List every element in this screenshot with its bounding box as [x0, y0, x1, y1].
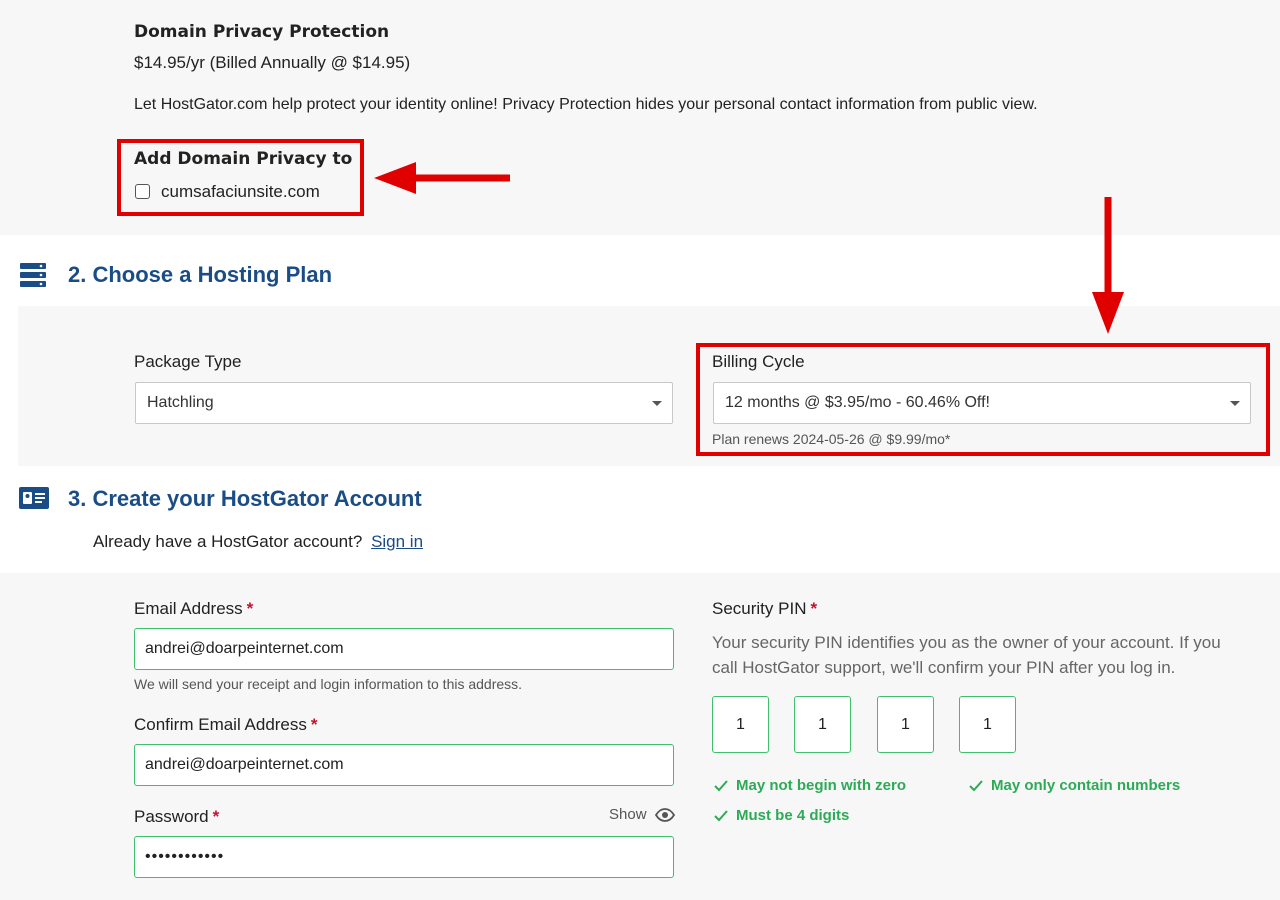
pin-digit-4[interactable]: 1	[959, 696, 1016, 753]
privacy-checkbox[interactable]	[135, 184, 150, 199]
security-pin-description: Your security PIN identifies you as the …	[712, 630, 1221, 680]
email-label: Email Address *	[134, 599, 253, 619]
email-input[interactable]: andrei@doarpeinternet.com	[134, 628, 674, 670]
add-privacy-label: Add Domain Privacy to	[134, 149, 353, 169]
password-input[interactable]: ••••••••••••	[134, 836, 674, 878]
email-value: andrei@doarpeinternet.com	[145, 640, 344, 657]
show-password-label: Show	[609, 806, 647, 823]
package-type-label: Package Type	[134, 352, 242, 371]
privacy-domain-label[interactable]: cumsafaciunsite.com	[161, 182, 320, 202]
required-mark: *	[212, 807, 220, 826]
pin-digit-value: 1	[983, 715, 992, 733]
required-mark: *	[310, 715, 318, 734]
required-mark: *	[246, 599, 254, 618]
email-hint: We will send your receipt and login info…	[134, 676, 523, 692]
privacy-description: Let HostGator.com help protect your iden…	[134, 96, 1038, 113]
password-value: ••••••••••••	[145, 848, 225, 865]
plan-renew-note: Plan renews 2024-05-26 @ $9.99/mo*	[712, 431, 951, 447]
checkmark-icon	[714, 809, 728, 821]
required-mark: *	[810, 599, 818, 618]
privacy-title: Domain Privacy Protection	[134, 22, 390, 42]
password-label-text: Password	[134, 807, 209, 826]
id-card-icon	[19, 487, 49, 509]
pin-digit-value: 1	[901, 715, 910, 733]
security-pin-description-line-2: call HostGator support, we'll confirm yo…	[712, 658, 1176, 677]
pin-rule-four-digits: Must be 4 digits	[714, 807, 849, 824]
show-password-toggle[interactable]: Show	[609, 806, 675, 823]
eye-icon	[654, 807, 675, 822]
checkmark-icon	[969, 779, 983, 791]
annotation-arrow-down-icon	[1092, 197, 1124, 334]
server-icon	[20, 263, 46, 287]
pin-rule-text: May not begin with zero	[736, 777, 907, 794]
pin-digit-1[interactable]: 1	[712, 696, 769, 753]
confirm-email-input[interactable]: andrei@doarpeinternet.com	[134, 744, 674, 786]
billing-cycle-select[interactable]: 12 months @ $3.95/mo - 60.46% Off!	[713, 382, 1251, 424]
annotation-arrow-left-icon	[374, 162, 510, 194]
chevron-down-icon	[652, 401, 662, 406]
pin-digit-value: 1	[818, 715, 827, 733]
chevron-down-icon	[1230, 401, 1240, 406]
privacy-price: $14.95/yr (Billed Annually @ $14.95)	[134, 53, 411, 72]
already-have-account-text: Already have a HostGator account?	[93, 532, 363, 551]
security-pin-label-text: Security PIN	[712, 599, 807, 618]
pin-rule-no-leading-zero: May not begin with zero	[714, 777, 906, 794]
pin-rule-text: May only contain numbers	[991, 777, 1181, 794]
pin-digit-value: 1	[736, 715, 745, 733]
pin-rule-text: Must be 4 digits	[736, 807, 850, 824]
billing-cycle-value: 12 months @ $3.95/mo - 60.46% Off!	[725, 394, 990, 411]
package-type-value: Hatchling	[147, 394, 214, 411]
confirm-email-label: Confirm Email Address *	[134, 715, 318, 735]
already-have-account: Already have a HostGator account? Sign i…	[93, 532, 423, 552]
checkmark-icon	[714, 779, 728, 791]
pin-digit-3[interactable]: 1	[877, 696, 934, 753]
pin-rule-numbers-only: May only contain numbers	[969, 777, 1180, 794]
package-type-select[interactable]: Hatchling	[135, 382, 673, 424]
email-label-text: Email Address	[134, 599, 243, 618]
security-pin-description-line-1: Your security PIN identifies you as the …	[712, 633, 1221, 652]
hosting-section-title: 2. Choose a Hosting Plan	[68, 262, 333, 287]
confirm-email-label-text: Confirm Email Address	[134, 715, 307, 734]
security-pin-label: Security PIN *	[712, 599, 817, 619]
billing-cycle-label: Billing Cycle	[712, 352, 805, 371]
sign-in-link[interactable]: Sign in	[371, 532, 423, 551]
password-label: Password *	[134, 807, 219, 827]
pin-digit-2[interactable]: 1	[794, 696, 851, 753]
account-section-title: 3. Create your HostGator Account	[68, 486, 422, 511]
confirm-email-value: andrei@doarpeinternet.com	[145, 756, 344, 773]
